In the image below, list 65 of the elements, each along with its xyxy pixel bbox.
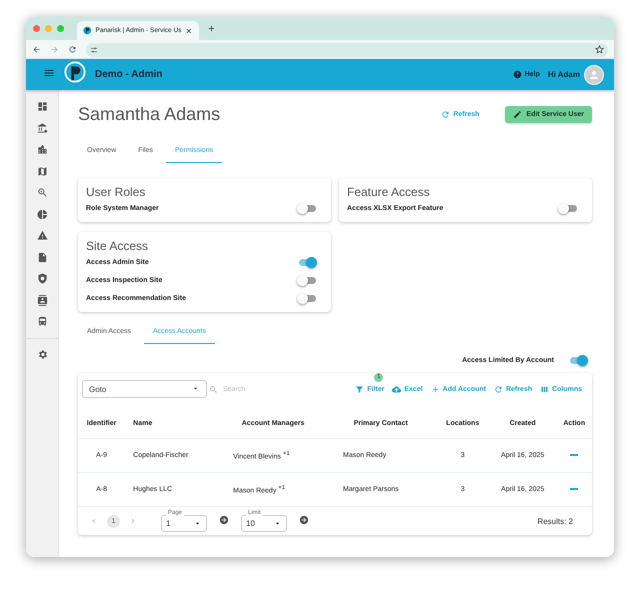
chevron-left-icon (90, 517, 98, 525)
pie-nav-button[interactable] (36, 208, 48, 220)
toggle-switch[interactable] (297, 293, 317, 304)
search-icon (209, 384, 218, 394)
bus-icon (36, 316, 48, 327)
cloud-upload-icon (392, 384, 402, 394)
go-arrow-icon (219, 515, 229, 525)
shield-nav-button[interactable] (36, 273, 48, 284)
star-icon (595, 45, 604, 54)
bank-icon (36, 122, 48, 134)
person-icon (588, 68, 600, 80)
remove-icon[interactable] (570, 454, 578, 456)
avatar-icon[interactable] (584, 64, 604, 84)
bus-nav-button[interactable] (36, 316, 48, 327)
refresh-icon (494, 384, 503, 394)
shield-icon (36, 273, 48, 284)
columns-icon (540, 384, 550, 394)
chevron-right-icon (129, 517, 137, 525)
settings-icon (36, 349, 48, 360)
warning-icon (36, 230, 48, 241)
toggle-switch[interactable] (558, 203, 578, 214)
refresh-icon (441, 110, 450, 118)
dashboard-nav-button[interactable] (36, 101, 48, 112)
forward-arrow-icon (50, 45, 59, 54)
user-greeting: Hi Adam (548, 70, 580, 79)
card-title: User Roles (86, 185, 146, 199)
zoom-nav-button[interactable] (36, 187, 48, 198)
toggle-switch[interactable] (568, 355, 588, 366)
menu-icon (43, 67, 55, 79)
plus-icon (430, 384, 440, 394)
page-title: Samantha Adams (78, 104, 222, 124)
settings-nav-button[interactable] (36, 349, 48, 360)
site-settings-icon (90, 46, 98, 54)
pie-icon (36, 208, 48, 220)
site-logo-icon (83, 26, 92, 35)
buildings-icon (36, 144, 48, 155)
dashboard-icon (36, 101, 48, 112)
reload-icon (68, 45, 77, 54)
warning-nav-button[interactable] (36, 230, 48, 241)
document-nav-button[interactable] (36, 252, 48, 262)
remove-icon[interactable] (570, 488, 578, 490)
pencil-icon (513, 110, 522, 118)
card-title: Site Access (86, 239, 150, 253)
back-arrow-icon (32, 45, 41, 54)
filter-icon (355, 384, 364, 394)
contact-card-icon (36, 294, 48, 306)
help-icon (512, 70, 522, 79)
close-icon (185, 26, 193, 34)
map-icon (36, 166, 48, 176)
go-arrow-icon (299, 515, 309, 525)
zoom-icon (36, 187, 48, 198)
toggle-switch[interactable] (297, 203, 317, 214)
app-title: Demo - Admin (95, 69, 164, 80)
toggle-switch[interactable] (297, 257, 317, 268)
goto-dropdown[interactable]: Goto (82, 380, 207, 398)
document-icon (36, 252, 48, 262)
contact-card-nav-button[interactable] (36, 294, 48, 306)
map-nav-button[interactable] (36, 166, 48, 176)
buildings-nav-button[interactable] (36, 144, 48, 155)
results-count: Results: 2 (537, 516, 573, 526)
logo-icon (64, 61, 86, 83)
bank-nav-button[interactable] (36, 122, 48, 134)
card-title: Feature Access (347, 185, 431, 199)
plus-icon (207, 24, 216, 32)
toggle-switch[interactable] (297, 275, 317, 286)
